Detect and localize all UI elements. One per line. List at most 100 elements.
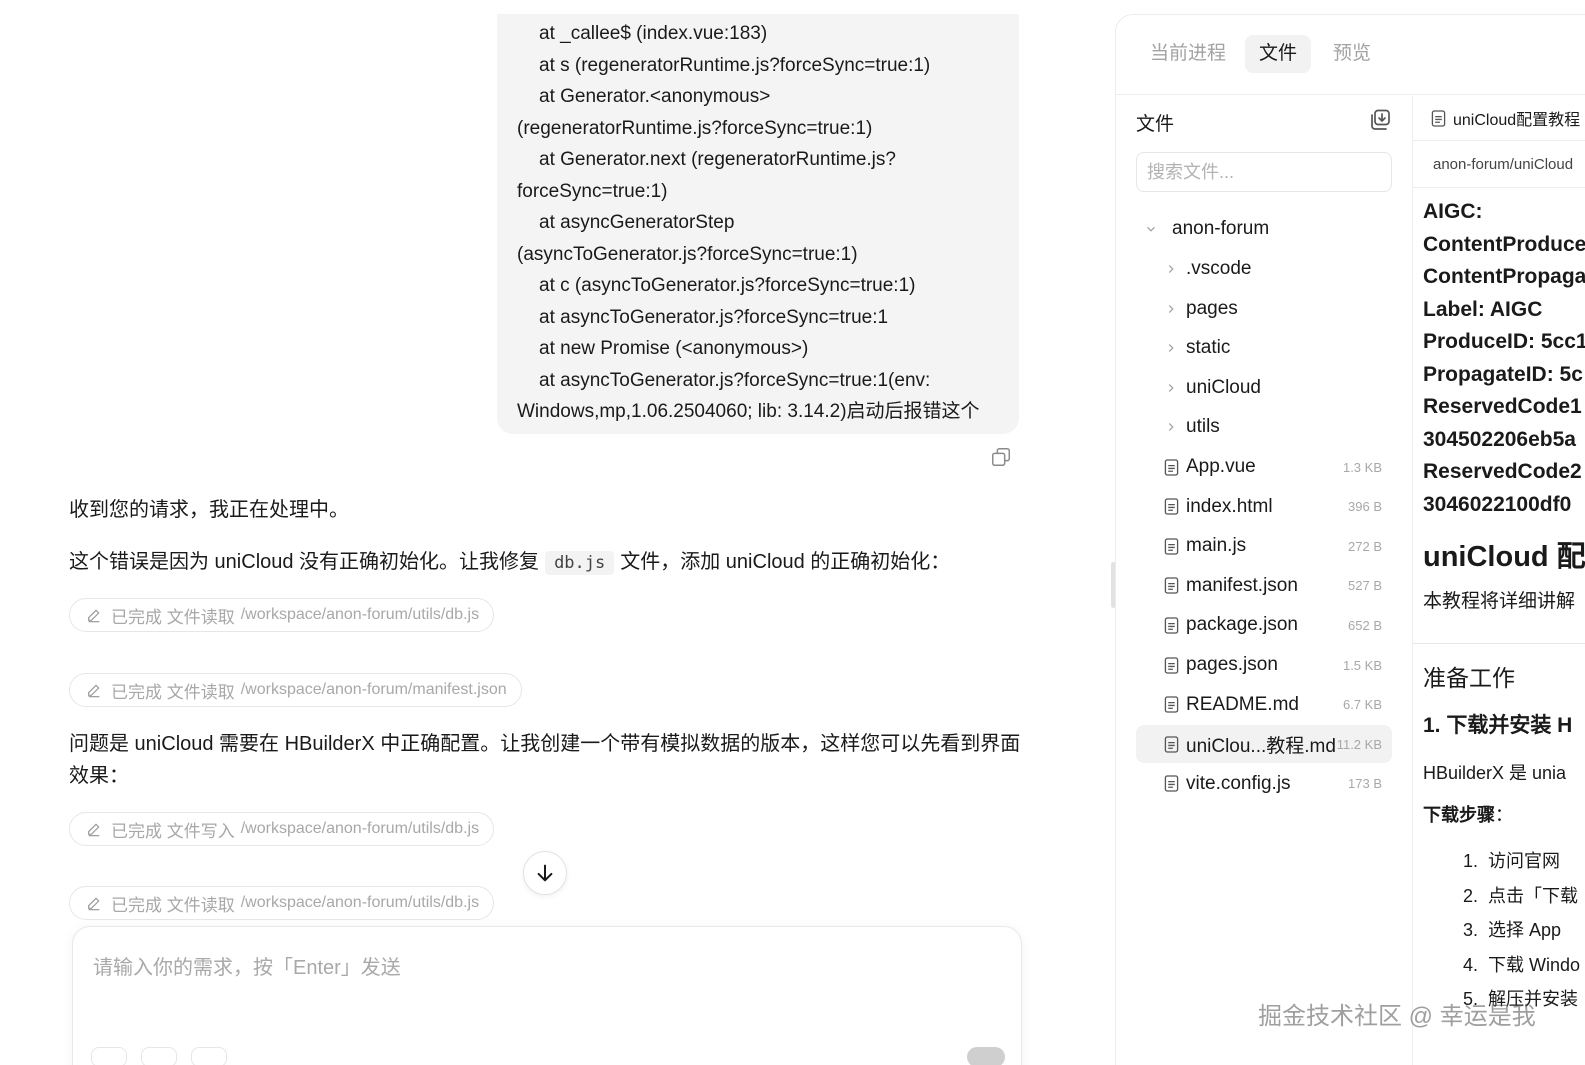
file-name: index.html: [1186, 495, 1273, 517]
file-name: README.md: [1186, 693, 1299, 715]
panel-tabs: 当前进程 文件 预览: [1116, 15, 1585, 95]
file-name: package.json: [1186, 614, 1298, 636]
tool-path: /workspace/anon-forum/utils/db.js: [240, 606, 480, 623]
tool-call-pill[interactable]: 已完成 文件读取/workspace/anon-forum/utils/db.j…: [69, 598, 495, 632]
problem-line-2: 效果：: [69, 765, 129, 787]
tab-preview[interactable]: 预览: [1319, 35, 1385, 73]
file-row[interactable]: uniClou...教程.md 11.2 KB: [1136, 725, 1392, 764]
tool-path: /workspace/anon-forum/utils/db.js: [240, 894, 480, 911]
preview-step-item: 3. 选择 App: [1463, 913, 1585, 948]
message-input[interactable]: [93, 951, 993, 1021]
file-size: 527 B: [1348, 578, 1382, 594]
file-size: 1.3 KB: [1342, 459, 1382, 475]
preview-meta-line: Label: AIGC: [1423, 297, 1543, 321]
composer-tool-button[interactable]: [91, 1047, 127, 1065]
folder-label: static: [1186, 337, 1231, 358]
file-row[interactable]: App.vue 1.3 KB: [1136, 448, 1392, 486]
composer-tool-button[interactable]: [191, 1047, 227, 1065]
step-text: 解压并安装: [1488, 989, 1579, 1009]
step-number: 3.: [1463, 920, 1489, 940]
file-row[interactable]: vite.config.js 173 B: [1136, 765, 1392, 803]
folder-row[interactable]: pages: [1136, 290, 1392, 328]
chevron-right-icon: [1168, 265, 1174, 273]
preview-steps-label: 下载步骤：: [1423, 800, 1585, 830]
tool-call-pill[interactable]: 已完成 文件写入/workspace/anon-forum/utils/db.j…: [69, 812, 495, 846]
preview-divider: [1413, 643, 1585, 644]
file-row[interactable]: pages.json 1.5 KB: [1136, 646, 1392, 684]
file-size: 652 B: [1348, 617, 1382, 633]
folder-label: anon-forum: [1172, 218, 1270, 239]
preview-file-tab[interactable]: uniCloud配置教程: [1413, 96, 1585, 141]
file-name: manifest.json: [1186, 574, 1298, 596]
tool-path: /workspace/anon-forum/utils/db.js: [240, 820, 480, 837]
file-row[interactable]: README.md 6.7 KB: [1136, 686, 1392, 724]
chevron-down-icon: [1147, 226, 1155, 232]
tool-status: 已完成: [111, 821, 162, 841]
arrow-down-icon: [537, 864, 553, 882]
step-number: 4.: [1463, 954, 1489, 975]
preview-steps-list: 1. 访问官网 2. 点击「下载 3. 选择 App 4. 下载 Windo 5. 解压…: [1423, 844, 1585, 1017]
send-button[interactable]: [967, 1047, 1005, 1065]
download-icon[interactable]: [1368, 108, 1392, 132]
preview-meta-line: ProduceID: 5cc1: [1423, 330, 1585, 353]
tool-status: 已完成: [111, 895, 162, 915]
file-name: App.vue: [1186, 456, 1256, 477]
bubble-line: (regeneratorRuntime.js?forceSync=true:1): [517, 117, 873, 139]
bubble-line: at asyncToGenerator.js?forceSync=true:1: [539, 306, 889, 328]
markdown-preview: uniCloud配置教程 anon-forum/uniCloud AIGC: Co…: [1413, 96, 1585, 1065]
copy-icon[interactable]: [990, 446, 1012, 468]
preview-meta-line: ContentPropagator: [1423, 265, 1585, 288]
preview-meta-line: ContentProducer: [1423, 232, 1585, 256]
assistant-explain-text: 这个错误是因为 uniCloud 没有正确初始化。让我修复 db.js 文件，添加 …: [69, 546, 950, 579]
pencil-icon: [88, 684, 100, 698]
tab-current-process[interactable]: 当前进程: [1136, 35, 1240, 73]
file-row[interactable]: package.json 652 B: [1136, 606, 1392, 644]
steps-label: 下载步骤: [1423, 805, 1495, 825]
tool-call-pill[interactable]: 已完成 文件读取/workspace/anon-forum/manifest.j…: [69, 673, 522, 707]
file-search-input[interactable]: [1136, 152, 1392, 192]
folder-row[interactable]: utils: [1136, 408, 1392, 446]
folder-row[interactable]: .vscode: [1136, 250, 1392, 288]
preview-file-path: anon-forum/uniCloud: [1413, 141, 1585, 188]
step-text: 选择 App: [1488, 920, 1562, 940]
bubble-line: at _callee$ (index.vue:183): [539, 23, 768, 44]
file-name: pages.json: [1186, 654, 1278, 675]
bubble-line: at c (asyncToGenerator.js?forceSync=true…: [539, 275, 916, 296]
pencil-icon: [88, 897, 100, 911]
bubble-line: at Generator.next (regeneratorRuntime.js…: [539, 149, 896, 170]
explain-before: 这个错误是因为 uniCloud 没有正确初始化。让我修复: [69, 551, 540, 573]
tab-files[interactable]: 文件: [1245, 35, 1312, 73]
preview-intro: 本教程将详细讲解: [1423, 591, 1576, 612]
step-number: 1.: [1463, 851, 1489, 871]
chevron-right-icon: [1168, 344, 1174, 352]
file-row[interactable]: manifest.json 527 B: [1136, 567, 1392, 605]
file-icon: [1164, 458, 1179, 476]
chat-area: at _callee$ (index.vue:183) at s (regener…: [0, 0, 1100, 1065]
assistant-problem-text: 问题是 uniCloud 需要在 HBuilderX 中正确配置。让我创建一个带…: [69, 728, 1020, 792]
tool-call-pill[interactable]: 已完成 文件读取/workspace/anon-forum/utils/db.j…: [69, 886, 495, 920]
step-text: 点击「下载: [1488, 885, 1579, 906]
preview-content: AIGC: ContentProducer ContentPropagator Lab…: [1413, 196, 1585, 1017]
folder-label: uniCloud: [1186, 376, 1261, 398]
folder-row[interactable]: uniCloud: [1136, 369, 1392, 407]
folder-row[interactable]: static: [1136, 329, 1392, 367]
steps-colon: ：: [1495, 805, 1513, 825]
pencil-icon: [88, 823, 100, 837]
preview-meta-line: PropagateID: 5c: [1423, 362, 1583, 386]
scroll-to-bottom-button[interactable]: [523, 851, 567, 895]
tool-action: 文件读取: [166, 607, 235, 627]
inline-code: db.js: [545, 551, 615, 575]
file-row[interactable]: main.js 272 B: [1136, 527, 1392, 565]
file-name: main.js: [1186, 535, 1247, 557]
bubble-line: forceSync=true:1): [517, 180, 668, 202]
explain-after: 文件，添加 uniCloud 的正确初始化：: [620, 551, 951, 573]
tool-status: 已完成: [111, 682, 162, 702]
composer-tool-button[interactable]: [141, 1047, 177, 1065]
file-explorer-title: 文件: [1136, 114, 1175, 135]
step-number: 5.: [1463, 989, 1489, 1009]
step-text: 下载 Windo: [1488, 954, 1581, 975]
file-row[interactable]: index.html 396 B: [1136, 488, 1392, 526]
folder-anon-forum[interactable]: anon-forum: [1136, 210, 1392, 248]
problem-line-1: 问题是 uniCloud 需要在 HBuilderX 中正确配置。让我创建一个带…: [69, 733, 1021, 755]
tool-action: 文件读取: [166, 682, 235, 702]
